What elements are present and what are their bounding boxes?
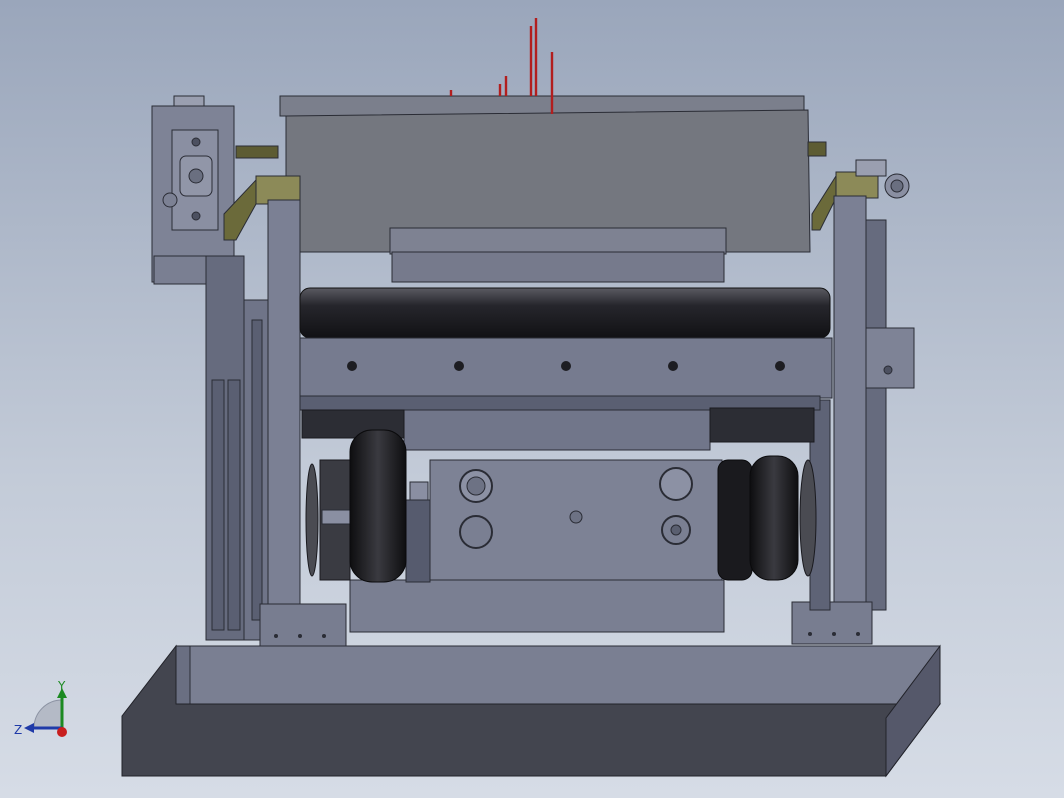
left-bracket <box>151 95 269 641</box>
right-wheel <box>717 455 817 581</box>
y-axis-label: Y <box>58 679 66 693</box>
upper-block <box>279 95 811 283</box>
z-axis-label: Z <box>14 723 23 737</box>
cad-viewport[interactable]: Y Z <box>0 0 1064 798</box>
front-plate <box>299 337 833 411</box>
cad-model[interactable] <box>0 0 1064 798</box>
left-wheel <box>305 429 407 583</box>
main-roller <box>299 287 831 339</box>
base-plate <box>121 644 941 778</box>
